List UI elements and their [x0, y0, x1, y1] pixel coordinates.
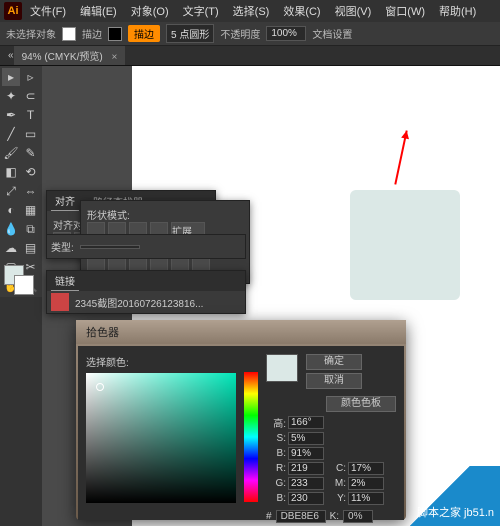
opacity-label: 不透明度 — [220, 26, 260, 41]
stroke-label: 描边 — [82, 26, 102, 41]
type-select[interactable] — [80, 245, 140, 249]
cancel-button[interactable]: 取消 — [306, 373, 362, 389]
bv-field[interactable]: 230 — [288, 492, 324, 505]
swatches-button[interactable]: 颜色色板 — [326, 396, 396, 412]
r-field[interactable]: 219 — [288, 462, 324, 475]
brush-tool[interactable]: 🖌 — [2, 144, 20, 162]
menu-type[interactable]: 文字(T) — [177, 1, 225, 21]
hex-label: # — [266, 511, 272, 522]
m-field[interactable]: 2% — [348, 477, 384, 490]
links-panel: 链接 2345截图20160726123816... — [46, 270, 246, 314]
b-label: B: — [266, 448, 286, 459]
appearance-strip: 类型: — [46, 234, 246, 259]
menu-help[interactable]: 帮助(H) — [433, 1, 482, 21]
menu-view[interactable]: 视图(V) — [329, 1, 378, 21]
ok-button[interactable]: 确定 — [306, 354, 362, 370]
menu-select[interactable]: 选择(S) — [227, 1, 276, 21]
h-label: 高: — [266, 415, 286, 430]
link-thumbnail — [51, 293, 69, 311]
pen-tool[interactable]: ✒ — [2, 106, 20, 124]
menu-bar: Ai 文件(F) 编辑(E) 对象(O) 文字(T) 选择(S) 效果(C) 视… — [0, 0, 500, 22]
b-field[interactable]: 91% — [288, 447, 324, 460]
no-selection-label: 未选择对象 — [6, 26, 56, 41]
s-label: S: — [266, 433, 286, 444]
magic-wand-tool[interactable]: ✦ — [2, 87, 20, 105]
doc-setup-button[interactable]: 文档设置 — [312, 26, 352, 41]
rotate-tool[interactable]: ⟲ — [22, 163, 40, 181]
s-field[interactable]: 5% — [288, 432, 324, 445]
watermark: 脚本之家 jb51.n — [380, 466, 500, 526]
menu-edit[interactable]: 编辑(E) — [74, 1, 123, 21]
stroke-swatch[interactable] — [108, 27, 122, 41]
direct-select-tool[interactable]: ▹ — [22, 68, 40, 86]
h-field[interactable]: 166° — [288, 416, 324, 429]
background-swatch[interactable] — [14, 275, 34, 295]
doc-tab-label: 94% (CMYK/预览) — [22, 52, 103, 63]
pencil-tool[interactable]: ✎ — [22, 144, 40, 162]
width-tool[interactable]: ⇔ — [22, 182, 40, 200]
slice-tool[interactable]: ✂ — [22, 258, 40, 276]
sv-cursor[interactable] — [96, 383, 104, 391]
fill-swatch[interactable] — [62, 27, 76, 41]
link-item[interactable]: 2345截图20160726123816... — [47, 291, 245, 313]
menu-file[interactable]: 文件(F) — [24, 1, 72, 21]
eyedropper-tool[interactable]: 💧 — [2, 220, 20, 238]
tool-palette: ▸ ▹ ✦ ⊂ ✒ T ╱ ▭ 🖌 ✎ ◧ ⟲ ⤢ ⇔ ◐ ▦ 💧 ⧉ ☁ ▤ … — [0, 66, 42, 297]
shape-mode-label: 形状模式: — [87, 207, 243, 222]
type-label: 类型: — [51, 239, 74, 254]
color-preview — [266, 354, 298, 382]
g-field[interactable]: 233 — [288, 477, 324, 490]
link-filename: 2345截图20160726123816... — [75, 295, 203, 310]
shape-builder-tool[interactable]: ◐ — [2, 201, 20, 219]
close-icon[interactable]: × — [111, 52, 117, 63]
k-label: K: — [330, 511, 339, 522]
color-picker-dialog: 拾色器 选择颜色: 确定 取消 颜色色板 高:166° S:5% — [76, 320, 406, 520]
g-label: G: — [266, 478, 286, 489]
c-label: C: — [326, 463, 346, 474]
picker-title: 拾色器 — [76, 320, 406, 344]
saturation-value-field[interactable] — [86, 373, 236, 503]
document-tab[interactable]: 94% (CMYK/预览) × — [14, 46, 126, 65]
k-field[interactable]: 0% — [343, 510, 373, 523]
options-bar: 未选择对象 描边 描边 5 点圆形 不透明度 100% 文档设置 — [0, 22, 500, 46]
select-color-label: 选择颜色: — [86, 354, 236, 369]
selection-tool[interactable]: ▸ — [2, 68, 20, 86]
hex-field[interactable]: DBE8E6 — [276, 510, 326, 523]
symbol-tool[interactable]: ☁ — [2, 239, 20, 257]
y-field[interactable]: 11% — [348, 492, 384, 505]
app-logo: Ai — [4, 2, 22, 20]
c-field[interactable]: 17% — [348, 462, 384, 475]
menu-window[interactable]: 窗口(W) — [379, 1, 431, 21]
hue-slider[interactable] — [244, 372, 258, 502]
menu-object[interactable]: 对象(O) — [125, 1, 175, 21]
scale-tool[interactable]: ⤢ — [2, 182, 20, 200]
y-label: Y: — [326, 493, 346, 504]
blend-tool[interactable]: ⧉ — [22, 220, 40, 238]
line-tool[interactable]: ╱ — [2, 125, 20, 143]
opacity-field[interactable]: 100% — [266, 26, 306, 41]
rectangle-tool[interactable]: ▭ — [22, 125, 40, 143]
stroke-highlight[interactable]: 描边 — [128, 25, 160, 42]
drawn-rectangle[interactable] — [350, 190, 460, 300]
brush-preset[interactable]: 5 点圆形 — [166, 24, 214, 43]
m-label: M: — [326, 478, 346, 489]
tab-links[interactable]: 链接 — [51, 271, 79, 291]
type-tool[interactable]: T — [22, 106, 40, 124]
bv-label: B: — [266, 493, 286, 504]
lasso-tool[interactable]: ⊂ — [22, 87, 40, 105]
tab-align[interactable]: 对齐 — [51, 191, 79, 211]
eraser-tool[interactable]: ◧ — [2, 163, 20, 181]
graph-tool[interactable]: ▤ — [22, 239, 40, 257]
document-tabbar: « 94% (CMYK/预览) × — [0, 46, 500, 66]
r-label: R: — [266, 463, 286, 474]
gradient-tool[interactable]: ▦ — [22, 201, 40, 219]
color-values: 高:166° S:5% B:91% R:219 C:17% G:233 M:2%… — [266, 415, 396, 505]
menu-effect[interactable]: 效果(C) — [277, 1, 326, 21]
